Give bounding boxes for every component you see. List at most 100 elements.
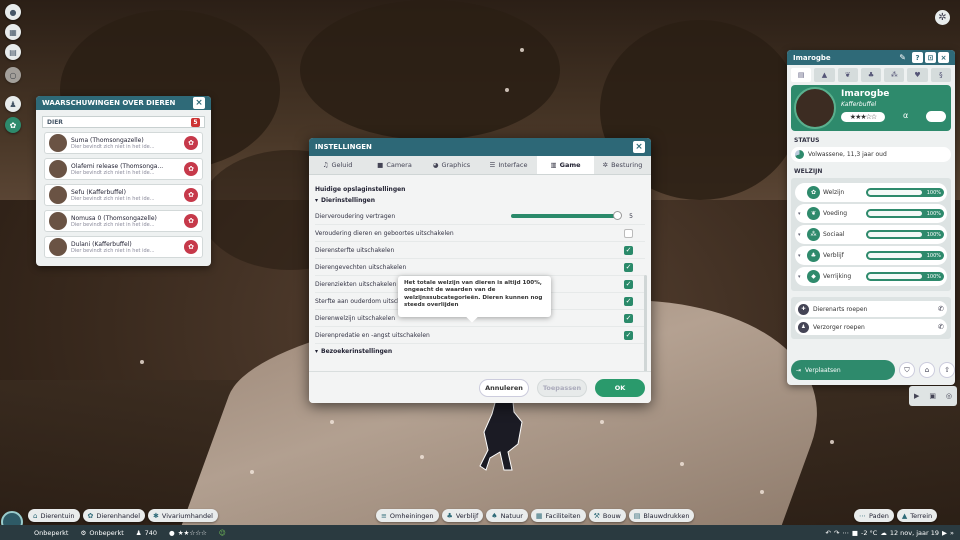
release-icon[interactable]: ⇧	[939, 362, 955, 378]
move-button[interactable]: ⇥ Verplaatsen	[791, 360, 895, 380]
home-icon[interactable]: ⌂	[919, 362, 935, 378]
video-icon[interactable]: ▶	[914, 392, 919, 400]
checkbox[interactable]: ✓	[624, 330, 633, 340]
slider-knob[interactable]	[613, 211, 622, 220]
call-vet-button[interactable]: ✚ Dierenarts roepen ✆	[795, 301, 947, 317]
guests-status[interactable]: ♟ 740	[130, 525, 163, 540]
focus-icon[interactable]: ◎	[946, 392, 952, 400]
help-icon[interactable]: ?	[912, 52, 923, 63]
management-button[interactable]: ▤	[5, 44, 21, 60]
nature-button[interactable]: ♠ Natuur	[486, 509, 528, 522]
checkbox[interactable]: ✓	[624, 279, 633, 289]
chevron-down-icon[interactable]: ▾	[798, 274, 804, 280]
call-keeper-button[interactable]: ♟ Verzorger roepen ✆	[795, 319, 947, 335]
warning-item[interactable]: Nomusa 0 (Thomsongazelle) Dier bevindt zi…	[44, 210, 203, 232]
tab-social[interactable]: ⁂	[884, 68, 905, 82]
tab-game[interactable]: ▥ Game	[537, 156, 594, 174]
pin-icon[interactable]: ⊡	[925, 52, 936, 63]
welfare-row[interactable]: ▾ ⁂ Sociaal 100%	[795, 225, 947, 244]
dots-icon[interactable]: ⋯	[842, 529, 849, 537]
cancel-button[interactable]: Annuleren	[479, 378, 529, 397]
checkbox[interactable]	[624, 228, 633, 238]
shield-icon[interactable]: ⛉	[899, 362, 915, 378]
vivarium-trade-button[interactable]: ✱ Vivariumhandel	[148, 509, 218, 522]
info-icon[interactable]: ▣	[929, 392, 936, 400]
warning-item[interactable]: Sefu (Kafferbuffel) Dier bevindt zich nie…	[44, 184, 203, 206]
chevron-down-icon[interactable]: ▾	[798, 253, 804, 259]
habitat-button[interactable]: ♣ Verblijf	[441, 509, 484, 522]
animal-name: Imarogbe	[841, 89, 890, 99]
close-icon[interactable]: ×	[193, 97, 205, 109]
warnings-filter[interactable]: DIER 5	[42, 116, 205, 128]
warning-item[interactable]: Olafemi release (Thomsonga... Dier bevind…	[44, 158, 203, 180]
checkbox[interactable]: ✓	[624, 313, 633, 323]
checkbox[interactable]: ✓	[624, 245, 633, 255]
tree-canopy	[300, 0, 560, 140]
blueprints-button[interactable]: ▤ Blauwdrukken	[628, 509, 695, 522]
animal-trade-button[interactable]: ✿ Dierenhandel	[82, 509, 146, 522]
apply-button[interactable]: Toepassen	[537, 378, 587, 397]
aging-slider[interactable]	[511, 211, 622, 220]
scrollbar[interactable]	[644, 275, 647, 385]
paw-icon[interactable]: ✿	[184, 240, 198, 254]
ok-button[interactable]: OK	[595, 378, 645, 397]
setting-label: Dierenpredatie en -angst uitschakelen	[315, 331, 430, 339]
terrain-button[interactable]: ▲ Terrein	[896, 509, 938, 522]
disabled-button[interactable]: ○	[5, 67, 21, 83]
tab-genetics[interactable]: §	[930, 68, 951, 82]
facilities-button[interactable]: ▦ Faciliteiten	[530, 509, 586, 522]
staff-button[interactable]: ♟	[5, 96, 21, 112]
barriers-button[interactable]: ≡ Omheiningen	[376, 509, 439, 522]
paw-icon[interactable]: ✿	[184, 136, 198, 150]
checkbox[interactable]: ✓	[624, 262, 633, 272]
gear-icon[interactable]: ✲	[935, 10, 950, 25]
redo-icon[interactable]: ↷	[834, 529, 839, 537]
tab-camera[interactable]: ■ Camera	[366, 156, 423, 174]
setting-label: Dierensterfte uitschakelen	[315, 246, 395, 254]
welfare-row[interactable]: ▾ ◆ Verrijking 100%	[795, 267, 947, 286]
warning-item[interactable]: Dulani (Kafferbuffel) Dier bevindt zich n…	[44, 236, 203, 258]
paths-button[interactable]: ⋯ Paden	[854, 509, 894, 522]
welfare-row[interactable]: ▾ ❦ Voeding 100%	[795, 204, 947, 223]
research-status[interactable]: ⚙ Onbeperkt	[74, 525, 129, 540]
welfare-label: Voeding	[823, 210, 848, 217]
welfare-row[interactable]: ✿ Welzijn 100%	[795, 183, 947, 202]
paw-icon[interactable]: ✿	[184, 214, 198, 228]
tab-food[interactable]: ❦	[837, 68, 858, 82]
construction-button[interactable]: ⚒ Bouw	[588, 509, 626, 522]
welfare-row[interactable]: ▾ ♣ Verblijf 100%	[795, 246, 947, 265]
tab-graphics[interactable]: ◕ Graphics	[423, 156, 480, 174]
warning-item[interactable]: Suma (Thomsongazelle) Dier bevindt zich n…	[44, 132, 203, 154]
zoo-rating[interactable]: ● ★★☆☆☆	[163, 525, 213, 540]
tab-overview[interactable]: ▤	[791, 68, 812, 82]
animal-warnings-button[interactable]: ✿	[5, 117, 21, 133]
close-icon[interactable]: ×	[633, 141, 645, 153]
close-icon[interactable]: ×	[938, 52, 949, 63]
checkbox[interactable]: ✓	[624, 296, 633, 306]
tab-breeding[interactable]: ♥	[907, 68, 928, 82]
paw-icon[interactable]: ✿	[184, 188, 198, 202]
notifications-button[interactable]: ●	[5, 4, 21, 20]
edit-icon[interactable]: ✎	[899, 53, 906, 62]
animal-silhouette[interactable]	[478, 392, 532, 472]
paw-icon[interactable]: ✿	[184, 162, 198, 176]
camera-icon[interactable]: ■	[852, 529, 858, 537]
toggle-switch[interactable]	[926, 111, 946, 122]
tab-interface[interactable]: ☰ Interface	[480, 156, 537, 174]
zoo-button[interactable]: ⌂ Dierentuin	[28, 509, 80, 522]
subsection-animals[interactable]: ▾ Dierinstellingen	[315, 197, 645, 204]
tab-besturing[interactable]: ✲ Besturing	[594, 156, 651, 174]
setting-row: Veroudering dieren en geboortes uitschak…	[315, 225, 645, 242]
play-icon[interactable]: ▶	[942, 529, 947, 537]
fast-forward-icon[interactable]: »	[950, 529, 954, 537]
happiness-status[interactable]: ☺	[213, 525, 232, 540]
tab-habitat[interactable]: ▲	[814, 68, 835, 82]
tab-enrichment[interactable]: ♣	[860, 68, 882, 82]
tab-geluid[interactable]: ♫ Geluid	[309, 156, 366, 174]
subsection-visitors[interactable]: ▾ Bezoekerinstellingen	[315, 348, 645, 355]
chevron-down-icon[interactable]: ▾	[798, 232, 804, 238]
undo-icon[interactable]: ↶	[825, 529, 830, 537]
finance-button[interactable]: ▦	[5, 24, 21, 40]
money-status[interactable]: Onbeperkt	[28, 525, 74, 540]
chevron-down-icon[interactable]: ▾	[798, 211, 804, 217]
